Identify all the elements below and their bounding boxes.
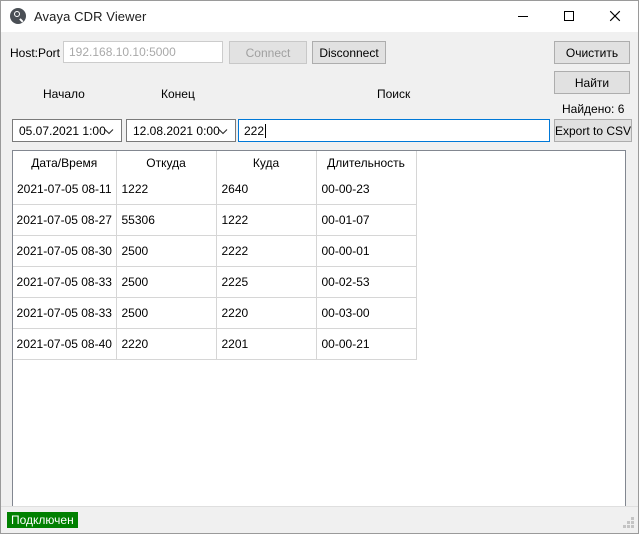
status-badge: Подключен xyxy=(7,512,78,528)
cell-from: 2500 xyxy=(116,297,217,329)
cell-duration: 00-00-01 xyxy=(316,235,417,267)
table-row[interactable]: 2021-07-05 08-30 2500 2222 00-00-01 xyxy=(13,235,417,267)
close-icon xyxy=(609,10,621,22)
status-bar: Подключен xyxy=(1,506,638,533)
cell-to: 2225 xyxy=(216,266,317,298)
end-date-value: 12.08.2021 0:00 xyxy=(133,123,220,138)
text-caret xyxy=(265,123,267,138)
search-input[interactable]: 222 xyxy=(238,119,550,142)
connect-button[interactable]: Connect xyxy=(229,41,307,64)
export-csv-button[interactable]: Export to CSV xyxy=(554,119,632,142)
cell-duration: 00-01-07 xyxy=(316,204,417,236)
cell-to: 2201 xyxy=(216,328,317,360)
table-row[interactable]: 2021-07-05 08-40 2220 2201 00-00-21 xyxy=(13,328,417,360)
cell-datetime: 2021-07-05 08-11 xyxy=(13,174,117,205)
cell-duration: 00-00-23 xyxy=(316,174,417,205)
cell-from: 1222 xyxy=(116,174,217,205)
cell-to: 2220 xyxy=(216,297,317,329)
cell-to: 2640 xyxy=(216,174,317,205)
table-row[interactable]: 2021-07-05 08-11 1222 2640 00-00-23 xyxy=(13,174,417,205)
results-panel: Дата/Время Откуда Куда Длительность 2021… xyxy=(12,150,626,508)
magnifier-icon xyxy=(10,8,26,24)
start-date-combo[interactable]: 05.07.2021 1:00 xyxy=(12,119,122,142)
cell-duration: 00-00-21 xyxy=(316,328,417,360)
cell-datetime: 2021-07-05 08-30 xyxy=(13,235,117,267)
resize-grip[interactable] xyxy=(622,517,635,530)
table-row[interactable]: 2021-07-05 08-33 2500 2220 00-03-00 xyxy=(13,297,417,329)
chevron-down-icon xyxy=(218,124,228,138)
minimize-button[interactable] xyxy=(500,1,546,31)
cell-from: 2220 xyxy=(116,328,217,360)
close-button[interactable] xyxy=(592,1,638,31)
app-window: Avaya CDR Viewer Host:Port 192.168.10.10… xyxy=(0,0,639,534)
cell-from: 55306 xyxy=(116,204,217,236)
window-title: Avaya CDR Viewer xyxy=(34,8,147,24)
column-header-datetime[interactable]: Дата/Время xyxy=(13,151,117,174)
chevron-down-icon xyxy=(104,124,114,138)
main-body: Host:Port 192.168.10.10:5000 Connect Dis… xyxy=(1,32,638,508)
cell-to: 2222 xyxy=(216,235,317,267)
cell-duration: 00-02-53 xyxy=(316,266,417,298)
cell-datetime: 2021-07-05 08-33 xyxy=(13,297,117,329)
maximize-icon xyxy=(564,11,574,21)
column-header-to[interactable]: Куда xyxy=(216,151,317,174)
title-bar: Avaya CDR Viewer xyxy=(1,1,638,32)
cell-to: 1222 xyxy=(216,204,317,236)
results-table: Дата/Время Откуда Куда Длительность 2021… xyxy=(13,151,417,360)
column-header-from[interactable]: Откуда xyxy=(116,151,217,174)
cell-from: 2500 xyxy=(116,235,217,267)
end-label: Конец xyxy=(161,87,195,101)
cell-datetime: 2021-07-05 08-40 xyxy=(13,328,117,360)
clear-button[interactable]: Очистить xyxy=(554,41,630,64)
table-row[interactable]: 2021-07-05 08-27 55306 1222 00-01-07 xyxy=(13,204,417,236)
table-header-row: Дата/Время Откуда Куда Длительность xyxy=(13,151,417,174)
cell-datetime: 2021-07-05 08-33 xyxy=(13,266,117,298)
maximize-button[interactable] xyxy=(546,1,592,31)
window-controls xyxy=(500,1,638,31)
cell-from: 2500 xyxy=(116,266,217,298)
cell-datetime: 2021-07-05 08-27 xyxy=(13,204,117,236)
host-port-label: Host:Port xyxy=(10,46,61,60)
search-label: Поиск xyxy=(377,87,411,101)
minimize-icon xyxy=(518,16,528,17)
end-date-combo[interactable]: 12.08.2021 0:00 xyxy=(126,119,236,142)
find-button[interactable]: Найти xyxy=(554,71,630,94)
host-port-input[interactable]: 192.168.10.10:5000 xyxy=(63,41,223,63)
disconnect-button[interactable]: Disconnect xyxy=(312,41,386,64)
table-body: 2021-07-05 08-11 1222 2640 00-00-23 2021… xyxy=(13,174,417,360)
cell-duration: 00-03-00 xyxy=(316,297,417,329)
table-row[interactable]: 2021-07-05 08-33 2500 2225 00-02-53 xyxy=(13,266,417,298)
start-date-value: 05.07.2021 1:00 xyxy=(19,123,106,138)
search-input-value: 222 xyxy=(244,123,265,138)
start-label: Начало xyxy=(43,87,85,101)
column-header-duration[interactable]: Длительность xyxy=(316,151,417,174)
found-count-label: Найдено: 6 xyxy=(562,102,625,116)
